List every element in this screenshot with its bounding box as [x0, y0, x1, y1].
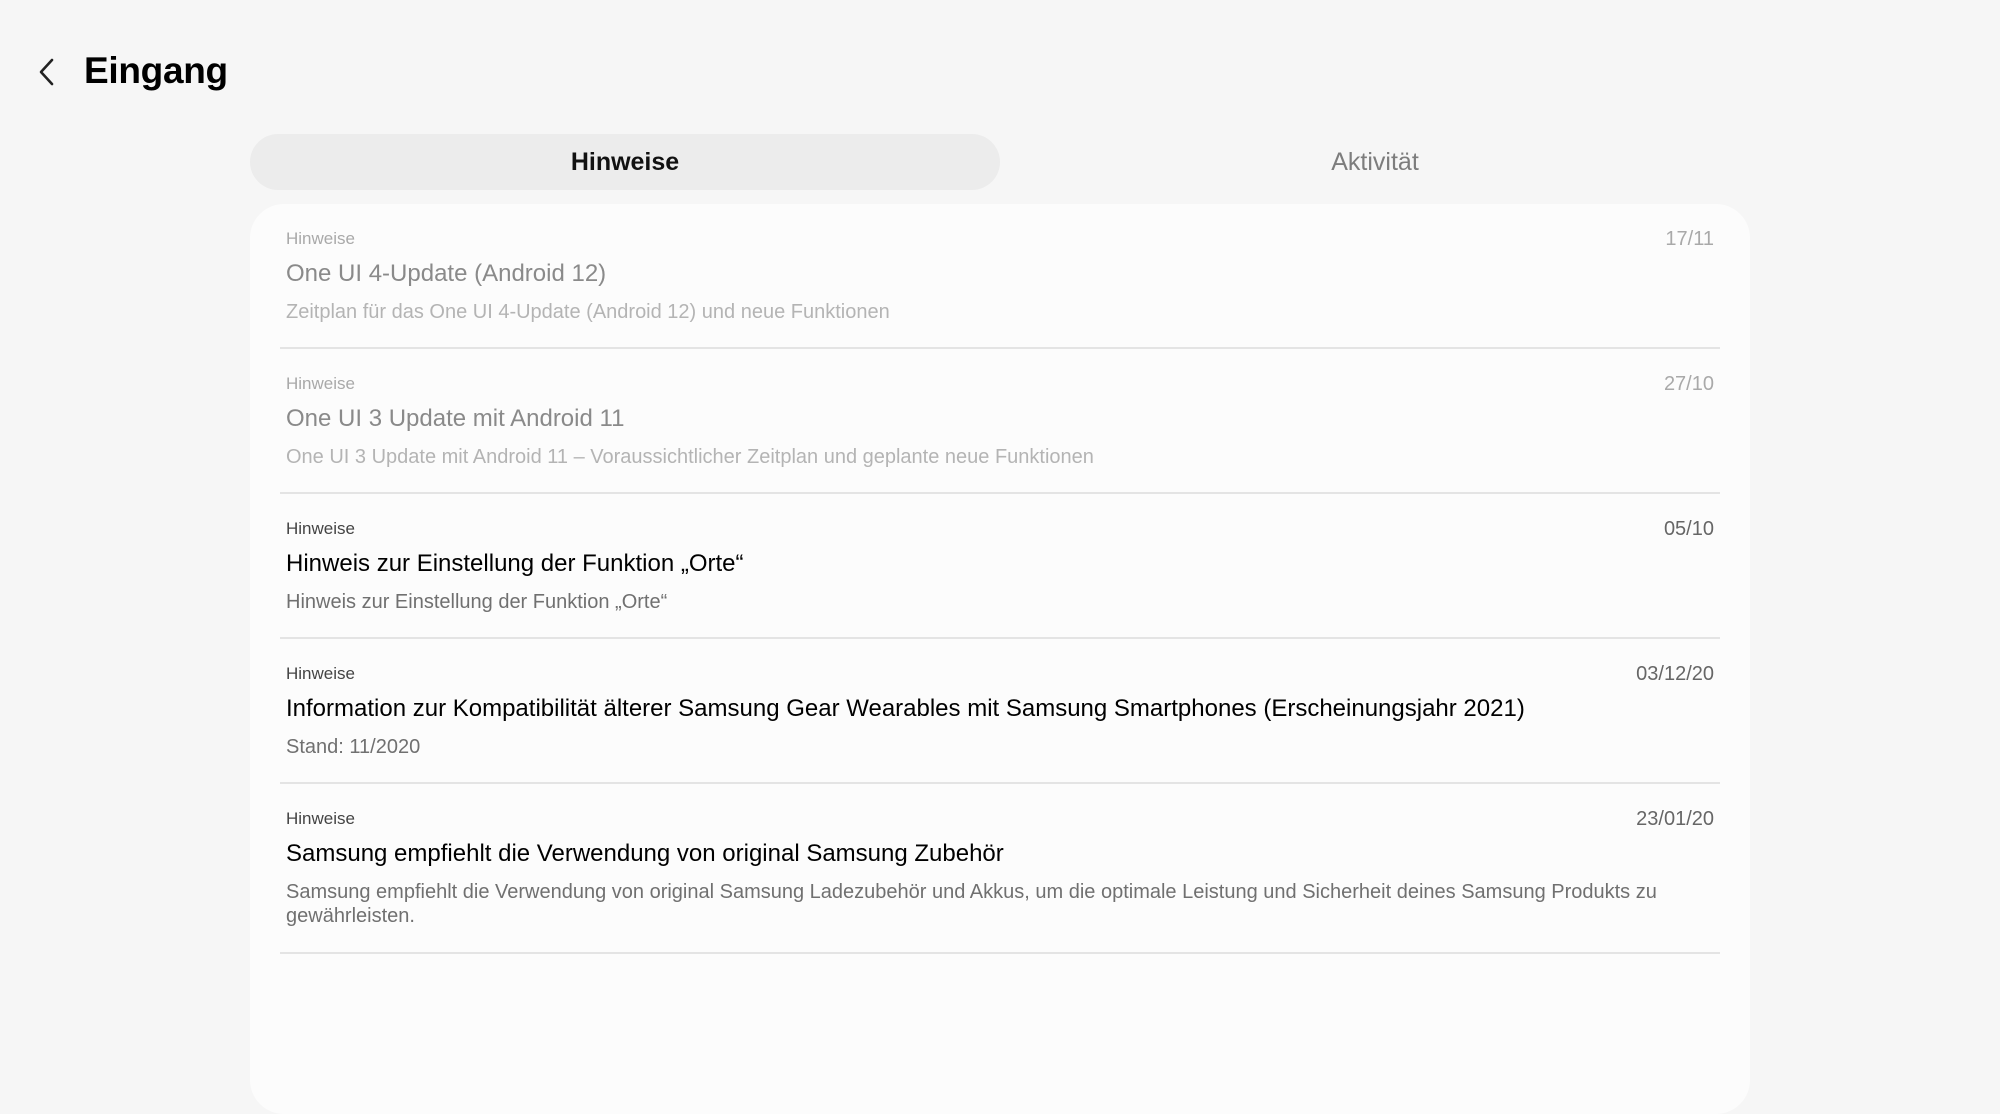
- notice-date: 27/10: [1663, 373, 1714, 395]
- notice-date: 23/01/20: [1636, 808, 1714, 830]
- notice-list: Hinweise 17/11 One UI 4-Update (Android …: [280, 204, 1720, 954]
- notice-category: Hinweise: [286, 664, 355, 683]
- page-title: Eingang: [84, 50, 228, 91]
- notice-description: Samsung empfiehlt die Verwendung von ori…: [286, 881, 1657, 927]
- notice-title: Information zur Kompatibilität älterer S…: [286, 695, 1525, 722]
- notice-title: Hinweis zur Einstellung der Funktion „Or…: [286, 550, 744, 577]
- chevron-left-icon: [39, 58, 54, 86]
- notice-item[interactable]: Hinweise 27/10 One UI 3 Update mit Andro…: [280, 349, 1720, 494]
- notice-category: Hinweise: [286, 229, 355, 248]
- notice-description: Hinweis zur Einstellung der Funktion „Or…: [286, 591, 668, 613]
- notice-category: Hinweise: [286, 809, 355, 828]
- notice-item[interactable]: Hinweise 17/11 One UI 4-Update (Android …: [280, 204, 1720, 349]
- back-button[interactable]: [26, 40, 68, 104]
- tab-bar: Hinweise Aktivität: [250, 134, 1750, 190]
- tab-aktivitaet[interactable]: Aktivität: [1000, 134, 1750, 190]
- notice-item[interactable]: Hinweise 03/12/20 Information zur Kompat…: [280, 639, 1720, 784]
- notice-date: 05/10: [1663, 518, 1714, 540]
- notice-title: One UI 3 Update mit Android 11: [286, 405, 625, 432]
- notice-date: 03/12/20: [1636, 663, 1714, 685]
- notice-item[interactable]: Hinweise 05/10 Hinweis zur Einstellung d…: [280, 494, 1720, 639]
- tab-hinweise[interactable]: Hinweise: [250, 134, 1000, 190]
- notice-item[interactable]: Hinweise 23/01/20 Samsung empfiehlt die …: [280, 784, 1720, 954]
- notice-description: Zeitplan für das One UI 4-Update (Androi…: [286, 301, 890, 323]
- notice-category: Hinweise: [286, 374, 355, 393]
- notice-category: Hinweise: [286, 519, 355, 538]
- notices-card: Hinweise 17/11 One UI 4-Update (Android …: [250, 204, 1750, 1114]
- notice-date: 17/11: [1665, 228, 1714, 250]
- notice-description: Stand: 11/2020: [286, 736, 421, 758]
- notice-title: One UI 4-Update (Android 12): [286, 260, 607, 287]
- notice-title: Samsung empfiehlt die Verwendung von ori…: [286, 840, 1004, 867]
- notice-description: One UI 3 Update mit Android 11 – Vorauss…: [286, 446, 1094, 468]
